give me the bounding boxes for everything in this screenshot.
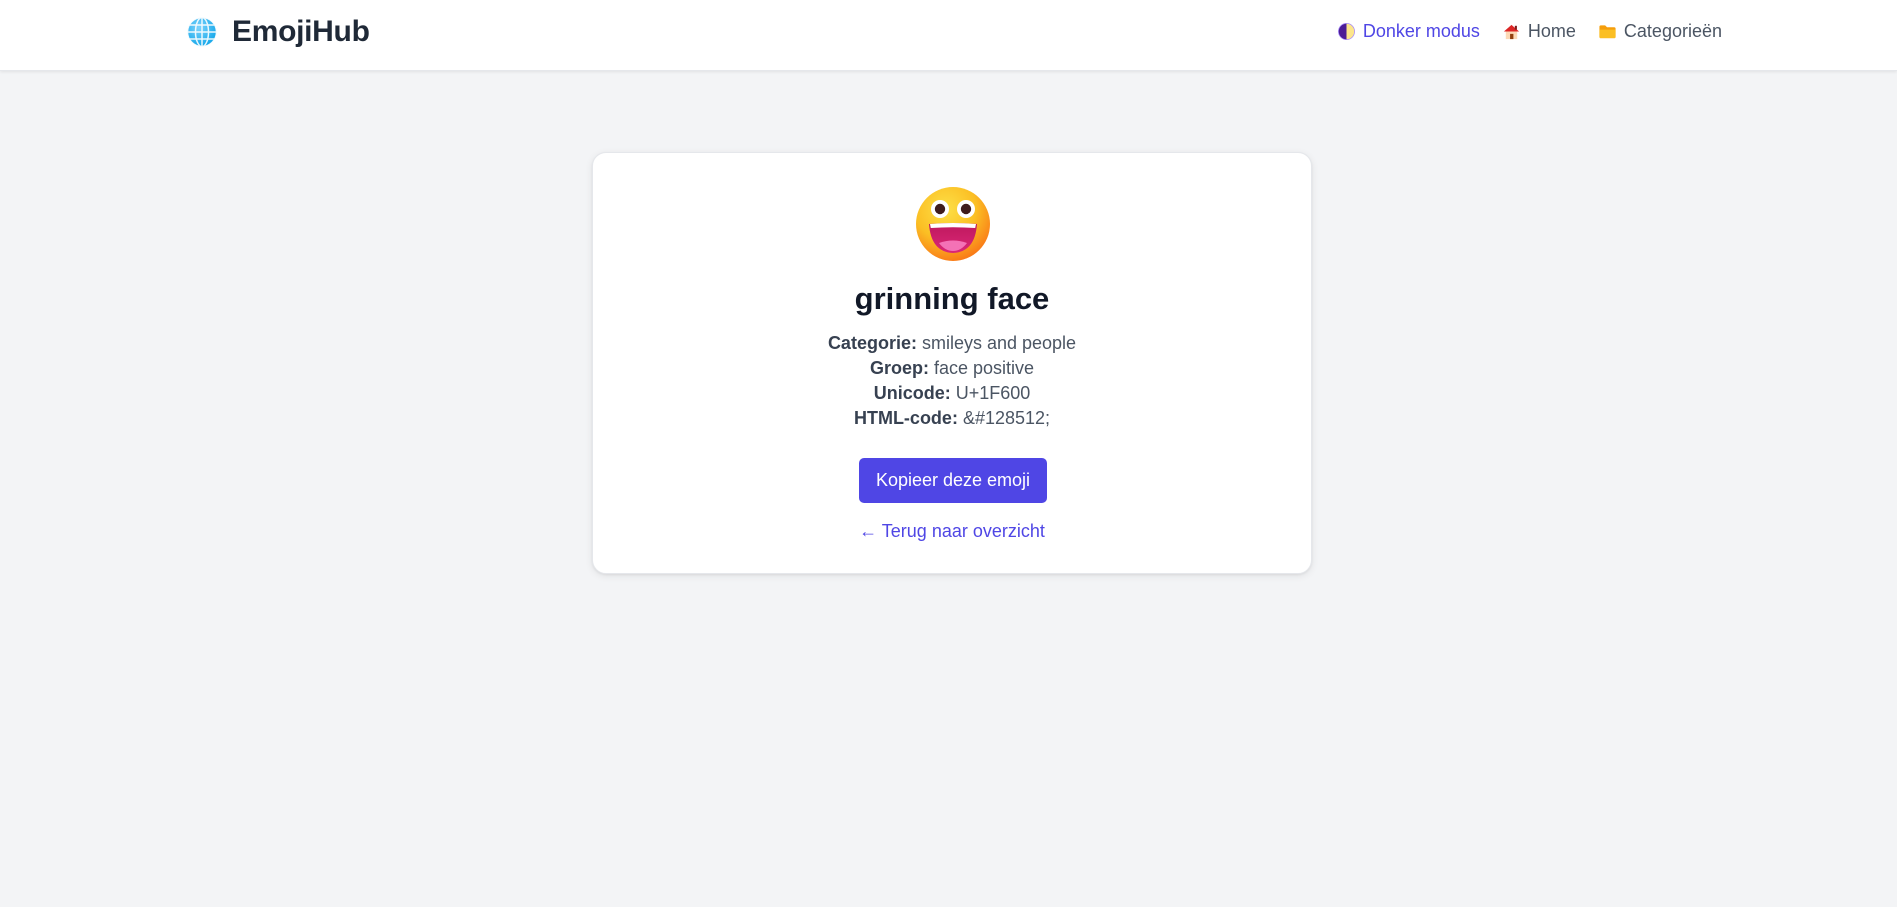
category-label: Categorie: <box>827 333 917 353</box>
brand-link[interactable]: EmojiHub <box>186 15 370 49</box>
globe-icon <box>186 16 218 48</box>
dark-mode-toggle[interactable]: Donker modus <box>1337 21 1480 42</box>
unicode-label: Unicode: <box>873 383 951 403</box>
category-value: smileys and people <box>921 333 1077 353</box>
info-group: Groep: face positive <box>593 356 1311 381</box>
nav-categories[interactable]: Categorieën <box>1598 21 1722 42</box>
unicode-value: U+1F600 <box>955 383 1031 403</box>
dark-mode-label: Donker modus <box>1362 21 1480 41</box>
emoji-info: Categorie: smileys and people Groep: fac… <box>593 331 1311 431</box>
nav-home[interactable]: Home <box>1502 21 1576 42</box>
folder-icon <box>1599 25 1616 39</box>
html-code-value: &#128512; <box>962 408 1051 428</box>
info-category: Categorie: smileys and people <box>593 331 1311 356</box>
emoji-detail-card: grinning face Categorie: smileys and peo… <box>592 152 1312 574</box>
top-navbar: EmojiHub Donker modus Home Categorieën <box>0 0 1897 71</box>
group-label: Groep: <box>869 358 929 378</box>
grinning-face-emoji <box>916 187 990 261</box>
nav-categories-label: Categorieën <box>1623 21 1722 41</box>
info-html-code: HTML-code: &#128512; <box>593 406 1311 431</box>
emoji-name: grinning face <box>854 281 1050 316</box>
main-nav: Donker modus Home Categorieën <box>1315 21 1722 42</box>
group-value: face positive <box>933 358 1035 378</box>
back-to-overview-link[interactable]: ← Terug naar overzicht <box>593 521 1311 542</box>
brand-name: EmojiHub <box>232 15 370 48</box>
html-code-label: HTML-code: <box>853 408 958 428</box>
copy-emoji-button[interactable]: Kopieer deze emoji <box>859 458 1047 503</box>
info-unicode: Unicode: U+1F600 <box>593 381 1311 406</box>
nav-home-label: Home <box>1527 21 1576 41</box>
half-moon-icon <box>1337 23 1355 40</box>
house-icon <box>1503 24 1520 40</box>
